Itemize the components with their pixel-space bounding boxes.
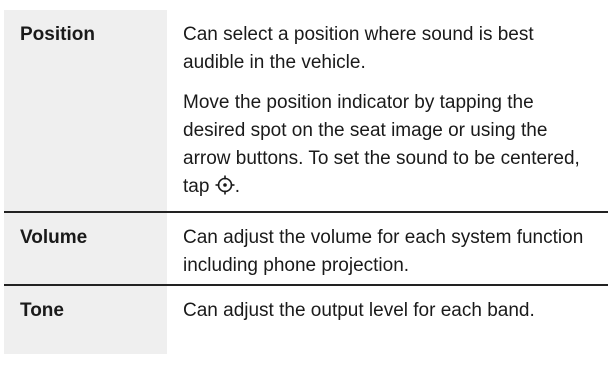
setting-description-position: Can select a position where sound is bes… [167, 10, 608, 212]
setting-name-volume: Volume [4, 211, 167, 285]
table-row-volume: Volume Can adjust the volume for each sy… [4, 211, 608, 285]
description-paragraph: Can adjust the volume for each system fu… [183, 227, 584, 276]
settings-table: Position Can select a position where sou… [4, 10, 608, 354]
table-row-tone: Tone Can adjust the output level for eac… [4, 284, 608, 354]
setting-description-tone: Can adjust the output level for each ban… [167, 284, 608, 354]
setting-name-tone: Tone [4, 284, 167, 354]
setting-name-position: Position [4, 10, 167, 212]
description-paragraph: Move the position indicator by tapping t… [183, 89, 598, 201]
setting-description-volume: Can adjust the volume for each system fu… [167, 211, 608, 285]
table-row-position: Position Can select a position where sou… [4, 10, 608, 212]
description-text-end: . [234, 176, 240, 197]
description-paragraph: Can select a position where sound is bes… [183, 24, 534, 73]
description-paragraph: Can adjust the output level for each ban… [183, 300, 535, 321]
description-text: Move the position indicator by tapping t… [183, 92, 580, 197]
crosshair-center-icon [215, 175, 235, 195]
